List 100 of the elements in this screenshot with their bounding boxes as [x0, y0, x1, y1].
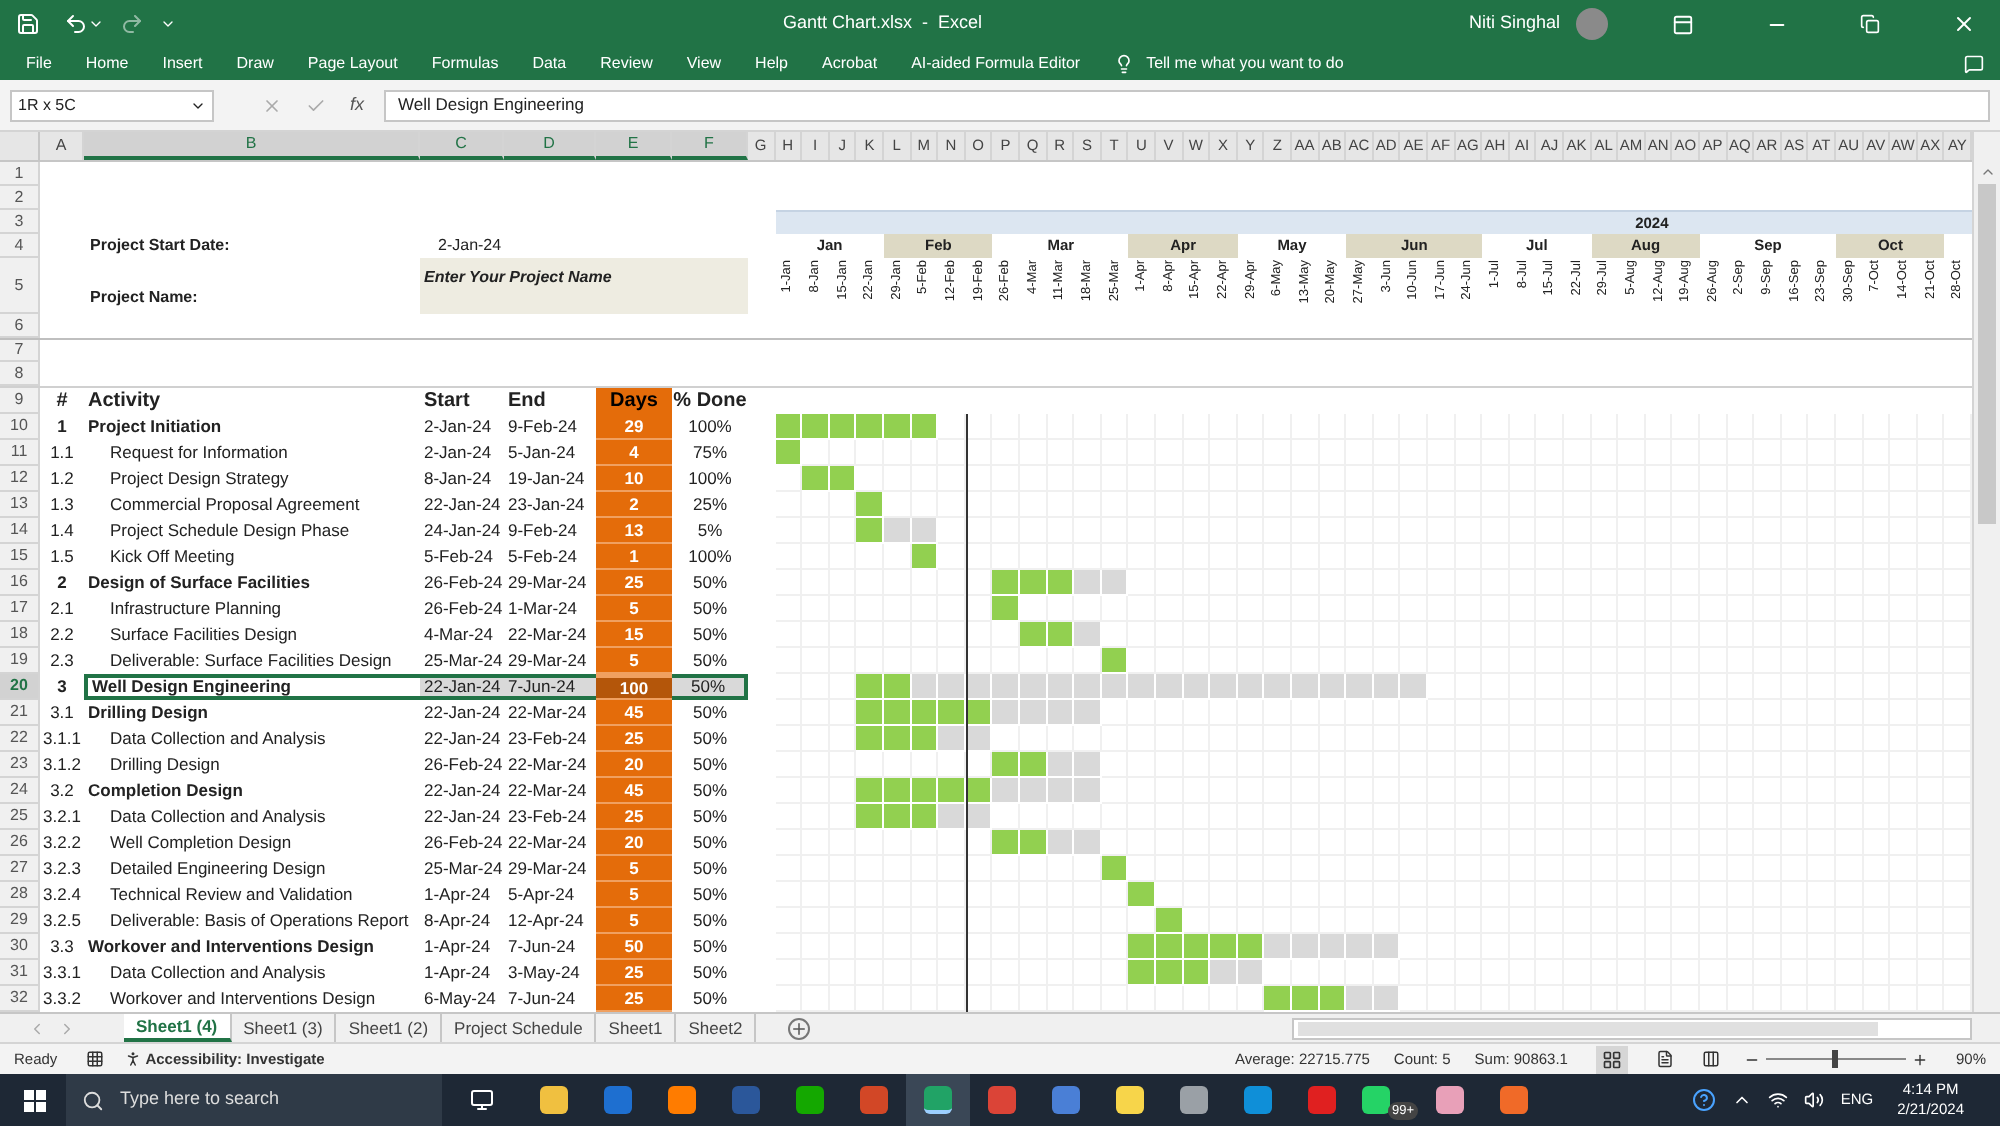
- macro-icon[interactable]: [85, 1050, 104, 1068]
- app-icon[interactable]: [796, 1086, 824, 1114]
- close-icon[interactable]: [1952, 12, 1976, 36]
- ribbon-tab[interactable]: File: [26, 52, 52, 76]
- app-icon[interactable]: [668, 1086, 696, 1114]
- row-header[interactable]: 10: [0, 414, 40, 440]
- sheet-tab[interactable]: Sheet1 (4): [124, 1014, 232, 1042]
- row-header[interactable]: 1: [0, 162, 40, 186]
- column-header[interactable]: C: [420, 132, 504, 160]
- help-icon[interactable]: [1692, 1088, 1717, 1112]
- app-icon[interactable]: [1244, 1086, 1272, 1114]
- normal-view-icon[interactable]: [1595, 1045, 1628, 1073]
- ribbon-display-icon[interactable]: [1672, 13, 1694, 35]
- windows-start-icon[interactable]: [24, 1089, 46, 1111]
- ribbon-tab[interactable]: Page Layout: [307, 52, 398, 76]
- app-icon[interactable]: [1362, 1086, 1390, 1114]
- column-header[interactable]: B: [84, 132, 420, 160]
- project-name-field[interactable]: Enter Your Project Name: [420, 258, 748, 314]
- insert-function-button[interactable]: fx: [350, 91, 365, 119]
- formula-field[interactable]: Well Design Engineering: [384, 89, 1990, 121]
- ribbon-tab[interactable]: Home: [85, 52, 129, 76]
- ribbon-tab[interactable]: Help: [755, 52, 788, 76]
- row-header[interactable]: 6: [0, 314, 40, 338]
- row-header[interactable]: 32: [0, 986, 40, 1012]
- remaining-bar-segment: [992, 778, 1020, 804]
- tell-me-search[interactable]: Tell me what you want to do: [1146, 52, 1344, 76]
- name-box[interactable]: 1R x 5C: [10, 89, 214, 121]
- column-header[interactable]: F: [672, 132, 748, 160]
- zoom-slider-thumb[interactable]: [1832, 1050, 1839, 1068]
- row-header[interactable]: 31: [0, 960, 40, 986]
- zoom-in-icon[interactable]: [1911, 1051, 1928, 1067]
- network-icon[interactable]: [1768, 1090, 1789, 1110]
- volume-icon[interactable]: [1804, 1090, 1825, 1110]
- row-header[interactable]: 5: [0, 258, 40, 314]
- completed-bar-segment: [1047, 570, 1075, 596]
- scroll-thumb[interactable]: [1978, 184, 1996, 524]
- row-header[interactable]: 21: [0, 700, 40, 726]
- row-header[interactable]: 8: [0, 362, 40, 386]
- ribbon-tab[interactable]: View: [686, 52, 722, 76]
- row-header[interactable]: 25: [0, 804, 40, 830]
- task-view-icon[interactable]: [470, 1088, 494, 1112]
- row-header[interactable]: 19: [0, 648, 40, 674]
- completed-bar-segment: [1183, 934, 1211, 960]
- comments-icon[interactable]: [1964, 54, 1984, 74]
- row-header[interactable]: 28: [0, 882, 40, 908]
- page-break-icon[interactable]: [1701, 1050, 1720, 1068]
- project-start-value: 2-Jan-24: [436, 234, 504, 258]
- scroll-up-icon[interactable]: [1979, 164, 1995, 180]
- remaining-bar-segment: [1047, 752, 1075, 778]
- undo-icon[interactable]: [64, 12, 88, 36]
- app-icon[interactable]: [924, 1086, 952, 1114]
- row-header[interactable]: 3: [0, 210, 40, 234]
- row-header[interactable]: 9: [0, 388, 40, 414]
- ribbon-tab[interactable]: Data: [532, 52, 567, 76]
- row-header[interactable]: 2: [0, 186, 40, 210]
- ribbon-tab[interactable]: Acrobat: [822, 52, 878, 76]
- row-header[interactable]: 17: [0, 596, 40, 622]
- customize-icon[interactable]: [160, 16, 176, 32]
- completed-bar-segment: [1020, 752, 1048, 778]
- page-layout-icon[interactable]: [1655, 1050, 1674, 1068]
- app-icon[interactable]: [1180, 1086, 1208, 1114]
- column-header[interactable]: D: [504, 132, 596, 160]
- row-header[interactable]: 29: [0, 908, 40, 934]
- scroll-thumb[interactable]: [1298, 1021, 1878, 1035]
- row-header[interactable]: 15: [0, 544, 40, 570]
- accessibility-icon[interactable]: [123, 1050, 142, 1068]
- app-icon[interactable]: [1500, 1086, 1528, 1114]
- column-header[interactable]: E: [596, 132, 672, 160]
- app-icon[interactable]: [1436, 1086, 1464, 1114]
- app-icon[interactable]: [1116, 1086, 1144, 1114]
- activity-cell-text: Deliverable: Basis of Operations Report: [108, 908, 411, 934]
- lightbulb-icon[interactable]: [1114, 54, 1135, 74]
- row-header[interactable]: 22: [0, 726, 40, 752]
- row-header[interactable]: 20: [0, 674, 40, 700]
- ribbon-tab[interactable]: Draw: [236, 52, 274, 76]
- ribbon-tab[interactable]: Review: [600, 52, 653, 76]
- row-header[interactable]: 18: [0, 622, 40, 648]
- row-header[interactable]: 7: [0, 340, 40, 362]
- save-icon[interactable]: [16, 12, 40, 36]
- row-header[interactable]: 16: [0, 570, 40, 596]
- row-header[interactable]: 27: [0, 856, 40, 882]
- row-header[interactable]: 11: [0, 440, 40, 466]
- app-icon[interactable]: [540, 1086, 568, 1114]
- ribbon-tab[interactable]: Insert: [162, 52, 203, 76]
- row-header[interactable]: 4: [0, 234, 40, 258]
- add-sheet-icon[interactable]: [788, 1017, 811, 1039]
- row-header[interactable]: 24: [0, 778, 40, 804]
- horizontal-scrollbar[interactable]: [1292, 1017, 1972, 1039]
- row-header[interactable]: 14: [0, 518, 40, 544]
- row-header[interactable]: 13: [0, 492, 40, 518]
- restore-icon[interactable]: [1860, 14, 1880, 34]
- row-header[interactable]: 26: [0, 830, 40, 856]
- start-cell-text: 22-Jan-24: [422, 492, 503, 518]
- ribbon-tab[interactable]: Formulas: [431, 52, 499, 76]
- taskbar-search-field[interactable]: Type here to search: [66, 1074, 442, 1126]
- ribbon-tab[interactable]: AI-aided Formula Editor: [911, 52, 1081, 76]
- row-header[interactable]: 23: [0, 752, 40, 778]
- row-header[interactable]: 12: [0, 466, 40, 492]
- row-header[interactable]: 30: [0, 934, 40, 960]
- search-icon[interactable]: [82, 1089, 104, 1111]
